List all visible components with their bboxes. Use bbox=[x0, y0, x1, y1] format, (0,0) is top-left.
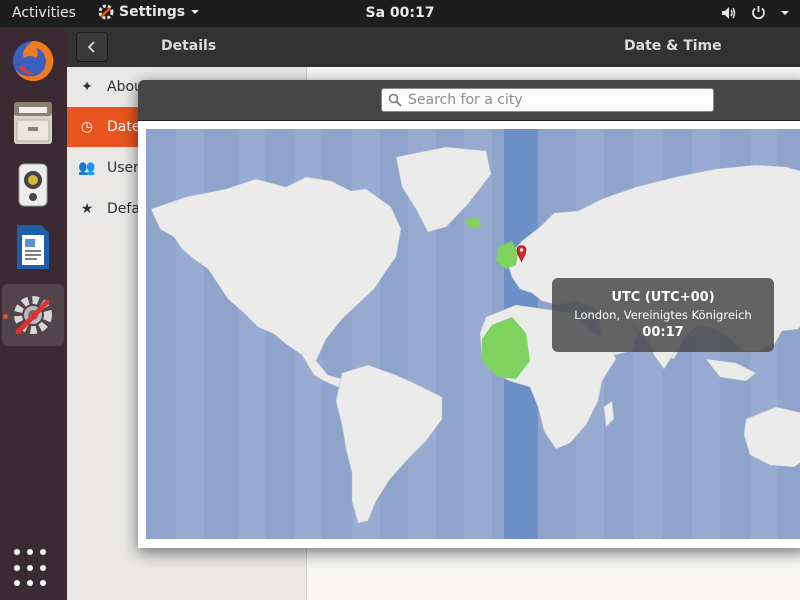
page-title: Date & Time bbox=[624, 38, 722, 54]
back-button[interactable] bbox=[76, 32, 108, 62]
dock-files[interactable] bbox=[2, 92, 64, 154]
city-search-input[interactable] bbox=[408, 92, 698, 108]
show-applications-button[interactable] bbox=[14, 549, 54, 589]
chevron-down-icon bbox=[781, 10, 789, 15]
timezone-map[interactable]: UTC (UTC+00) London, Vereinigtes Königre… bbox=[146, 129, 800, 539]
search-icon bbox=[382, 93, 408, 107]
settings-header: Details Date & Time bbox=[67, 27, 800, 67]
files-icon bbox=[14, 102, 52, 144]
running-indicator bbox=[3, 314, 8, 319]
clock-icon: ◷ bbox=[80, 119, 94, 135]
star-icon: ✦ bbox=[81, 79, 93, 95]
panel-title: Details bbox=[161, 38, 217, 54]
timezone-name: UTC (UTC+00) bbox=[611, 290, 715, 305]
star-icon: ★ bbox=[80, 201, 94, 217]
speaker-icon bbox=[18, 163, 48, 207]
dock-writer[interactable] bbox=[2, 216, 64, 278]
dock-settings[interactable] bbox=[2, 284, 64, 346]
timezone-popup: UTC (UTC+00) London, Vereinigtes Königre… bbox=[552, 278, 774, 352]
dock bbox=[0, 27, 67, 600]
timezone-city: London, Vereinigtes Königreich bbox=[574, 308, 752, 322]
document-icon bbox=[17, 225, 49, 269]
system-tray[interactable] bbox=[721, 5, 790, 20]
volume-icon bbox=[722, 6, 736, 19]
dock-firefox[interactable] bbox=[2, 30, 64, 92]
timezone-time: 00:17 bbox=[642, 325, 684, 340]
dock-rhythmbox[interactable] bbox=[2, 154, 64, 216]
users-icon: 👥 bbox=[78, 160, 96, 176]
chevron-left-icon bbox=[87, 41, 95, 53]
dialog-header bbox=[138, 80, 800, 121]
settings-gear-icon bbox=[14, 296, 52, 335]
city-search-box[interactable] bbox=[381, 88, 714, 112]
clock[interactable]: Sa 00:17 bbox=[0, 5, 800, 21]
power-icon bbox=[752, 6, 765, 20]
top-bar: Activities Settings Sa 00:17 bbox=[0, 0, 800, 27]
firefox-icon bbox=[13, 40, 54, 81]
timezone-dialog: UTC (UTC+00) London, Vereinigtes Königre… bbox=[138, 80, 800, 548]
